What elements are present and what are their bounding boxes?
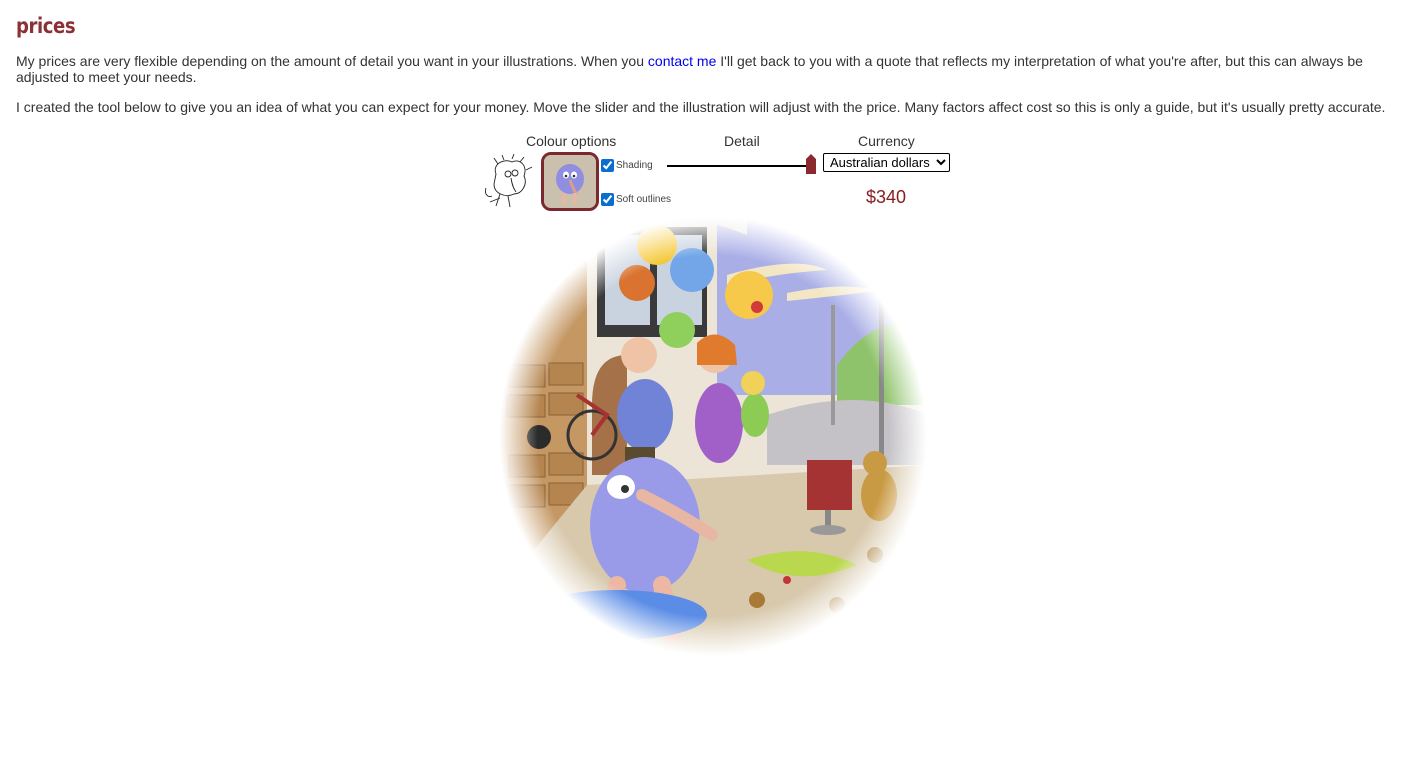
intro-text-start: My prices are very flexible depending on…: [16, 53, 648, 69]
price-display: $340: [866, 187, 907, 207]
colour-options-header: Colour options: [526, 133, 617, 149]
currency-select[interactable]: Australian dollars: [823, 153, 950, 172]
soft-outlines-label: Soft outlines: [616, 194, 672, 205]
intro-paragraph: My prices are very flexible depending on…: [16, 53, 1396, 85]
detail-slider-thumb[interactable]: [806, 154, 816, 174]
tool-description: I created the tool below to give you an …: [16, 99, 1386, 115]
contact-link[interactable]: contact me: [648, 53, 716, 69]
page-title: prices: [16, 14, 76, 38]
shading-checkbox[interactable]: [601, 159, 614, 172]
currency-header: Currency: [858, 133, 915, 149]
detail-slider-track[interactable]: [667, 165, 813, 167]
sketch-thumbnail[interactable]: [482, 154, 534, 208]
illustration: [497, 215, 929, 657]
shading-label: Shading: [616, 160, 653, 171]
soft-outlines-checkbox[interactable]: [601, 193, 614, 206]
shading-option[interactable]: Shading: [601, 159, 653, 172]
detail-header: Detail: [724, 133, 760, 149]
soft-outlines-option[interactable]: Soft outlines: [601, 193, 671, 206]
colour-thumbnail[interactable]: [541, 152, 599, 211]
